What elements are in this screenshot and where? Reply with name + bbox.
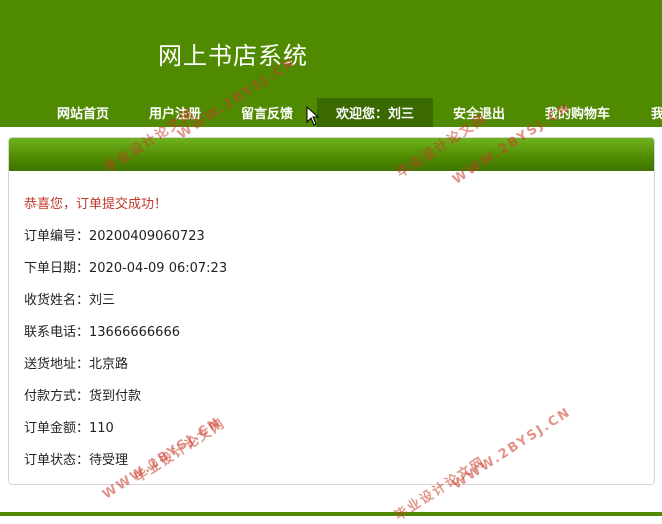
field-value: 待受理 [89, 453, 129, 468]
nav-register[interactable]: 用户注册 [149, 98, 201, 127]
field-value: 北京路 [89, 357, 129, 372]
header-bar: 网上书店系统 网站首页 用户注册 留言反馈 欢迎您：刘三 安全退出 我的购物车 … [0, 0, 662, 127]
field-value: 110 [89, 421, 114, 436]
nav-feedback[interactable]: 留言反馈 [241, 98, 293, 127]
field-label: 下单日期： [24, 261, 90, 276]
field-label: 联系电话： [24, 325, 90, 340]
panel-header [9, 138, 654, 171]
nav-cart[interactable]: 我的购物车 [545, 98, 610, 127]
order-field-payment: 付款方式：货到付款 [24, 385, 141, 404]
order-field-amount: 订单金额：110 [24, 417, 114, 436]
field-label: 订单编号： [24, 229, 90, 244]
field-label: 送货地址： [24, 357, 90, 372]
field-value: 2020-04-09 06:07:23 [89, 261, 228, 276]
site-title: 网上书店系统 [158, 42, 308, 70]
order-field-address: 送货地址：北京路 [24, 353, 128, 372]
order-success-message: 恭喜您，订单提交成功！ [24, 197, 168, 212]
field-value: 13666666666 [89, 325, 180, 340]
order-field-status: 订单状态：待受理 [24, 449, 128, 468]
field-label: 收货姓名： [24, 293, 90, 308]
field-value: 货到付款 [89, 389, 142, 404]
nav-home[interactable]: 网站首页 [57, 98, 109, 127]
order-field-number: 订单编号：20200409060723 [24, 225, 205, 244]
field-value: 刘三 [89, 293, 116, 308]
nav-welcome-user[interactable]: 欢迎您：刘三 [317, 98, 433, 127]
main-nav: 网站首页 用户注册 留言反馈 欢迎您：刘三 安全退出 我的购物车 我 [0, 98, 662, 127]
order-field-phone: 联系电话：13666666666 [24, 321, 180, 340]
field-value: 20200409060723 [89, 229, 205, 244]
field-label: 订单金额： [24, 421, 90, 436]
bottom-bar [0, 512, 662, 516]
nav-my-overflow[interactable]: 我 [651, 98, 662, 127]
order-field-recipient: 收货姓名：刘三 [24, 289, 115, 308]
nav-logout[interactable]: 安全退出 [453, 98, 505, 127]
field-label: 订单状态： [24, 453, 90, 468]
field-label: 付款方式： [24, 389, 90, 404]
mouse-pointer-icon [306, 106, 320, 126]
order-field-date: 下单日期：2020-04-09 06:07:23 [24, 257, 227, 276]
